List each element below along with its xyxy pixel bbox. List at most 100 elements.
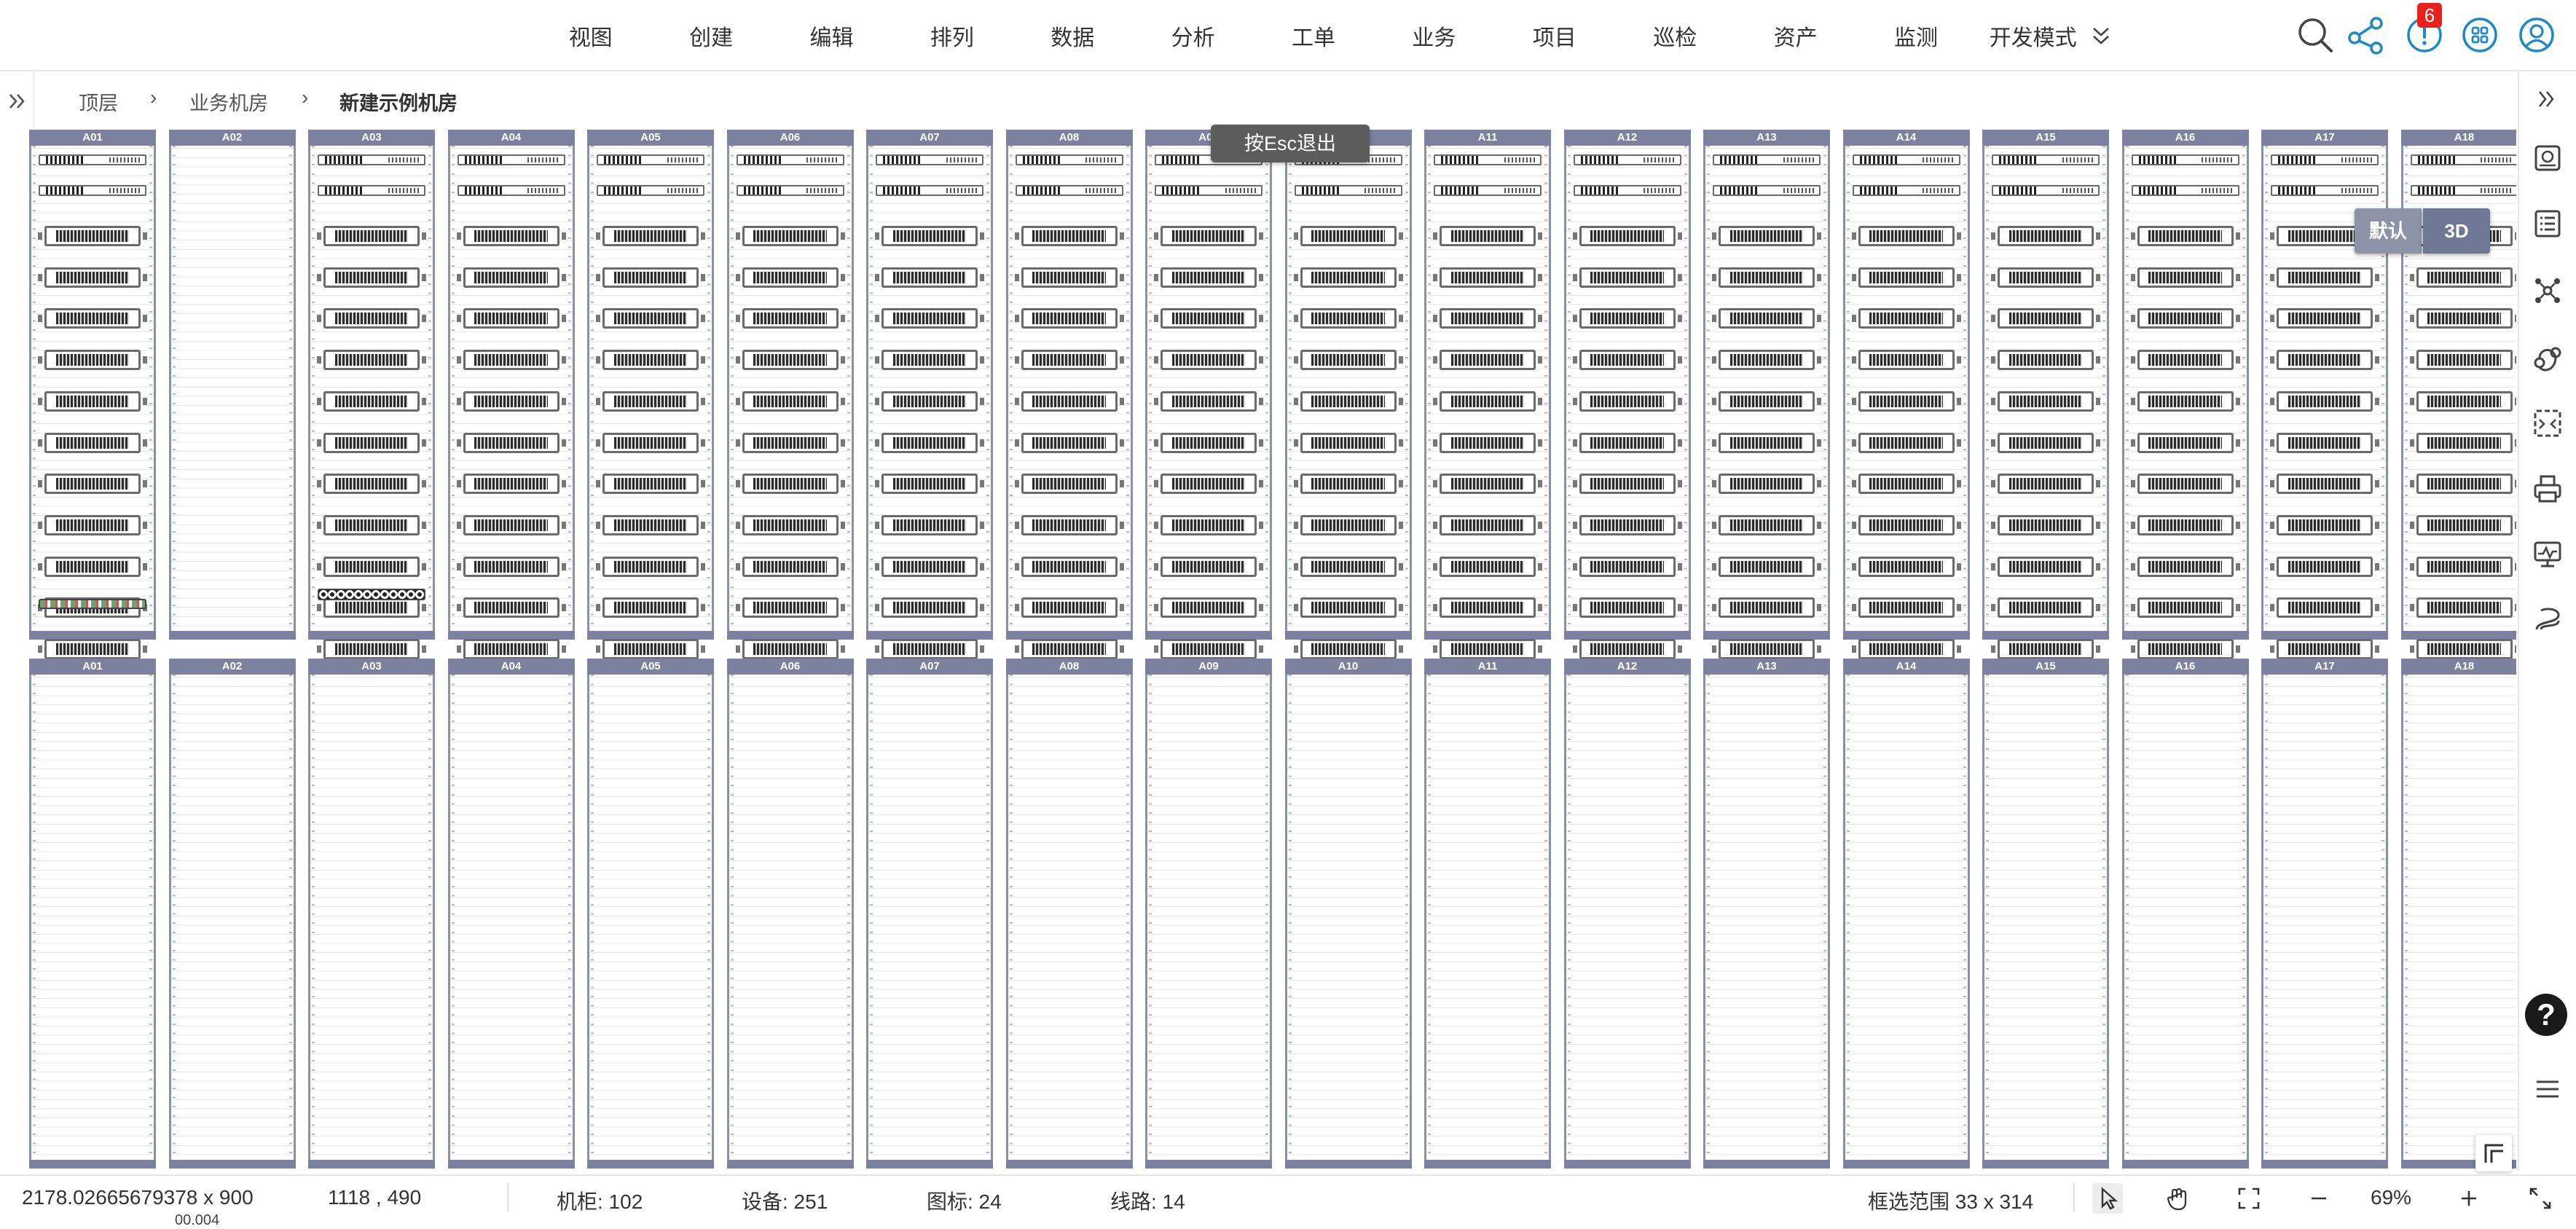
server-device[interactable] (1572, 308, 1682, 329)
server-device[interactable] (2130, 556, 2240, 577)
overview-toggle-button[interactable] (2475, 1135, 2512, 1171)
rack-a10[interactable]: A10 (1284, 130, 1412, 659)
server-device[interactable] (875, 432, 984, 453)
rack-a04[interactable]: A04 (447, 659, 575, 1169)
server-device[interactable] (1572, 556, 1682, 577)
server-device[interactable] (1154, 597, 1263, 619)
server-device[interactable] (2409, 267, 2516, 288)
server-device[interactable] (1014, 597, 1124, 619)
server-device[interactable] (1572, 474, 1682, 495)
server-device[interactable] (875, 390, 984, 412)
fullscreen-icon[interactable] (2525, 1183, 2556, 1214)
server-device[interactable] (1712, 556, 1821, 577)
server-device[interactable] (1293, 474, 1403, 495)
server-device[interactable] (1014, 556, 1124, 577)
server-device[interactable] (1712, 639, 1821, 659)
server-device[interactable] (1293, 514, 1403, 535)
server-device[interactable] (1154, 267, 1263, 288)
server-device[interactable] (1014, 308, 1124, 329)
menu-project[interactable]: 项目 (1494, 20, 1614, 52)
server-device[interactable] (1712, 390, 1821, 412)
server-device[interactable] (875, 350, 984, 371)
server-device[interactable] (596, 390, 705, 412)
layer-icon[interactable] (2531, 141, 2564, 175)
rack-a04[interactable]: A04 (447, 130, 575, 659)
rack-a06[interactable]: A06 (726, 130, 854, 659)
server-device[interactable] (2409, 390, 2516, 412)
switch-device[interactable] (1434, 185, 1542, 196)
server-device[interactable] (735, 639, 845, 659)
server-device[interactable] (1293, 390, 1403, 412)
rack-a17[interactable]: A17 (2261, 130, 2388, 659)
view-default-button[interactable]: 默认 (2355, 208, 2422, 254)
menu-view[interactable]: 视图 (530, 20, 651, 52)
server-device[interactable] (735, 514, 845, 535)
switch-device[interactable] (1573, 185, 1681, 196)
server-device[interactable] (1433, 514, 1542, 535)
server-device[interactable] (1851, 267, 1961, 288)
server-device[interactable] (596, 226, 705, 246)
menu-edit[interactable]: 编辑 (771, 20, 892, 52)
server-device[interactable] (1293, 639, 1403, 659)
server-device[interactable] (1991, 350, 2100, 371)
server-device[interactable] (2270, 390, 2379, 412)
server-device[interactable] (38, 514, 147, 535)
switch-device[interactable] (2131, 154, 2239, 165)
server-device[interactable] (1991, 639, 2100, 659)
server-device[interactable] (596, 556, 705, 577)
server-device[interactable] (1991, 597, 2100, 619)
rack-a13[interactable]: A13 (1703, 130, 1830, 659)
switch-device[interactable] (597, 154, 704, 165)
rack-a15[interactable]: A15 (1982, 130, 2109, 659)
server-device[interactable] (317, 226, 426, 246)
server-device[interactable] (1293, 267, 1403, 288)
menu-data[interactable]: 数据 (1013, 20, 1133, 52)
server-device[interactable] (2130, 350, 2240, 371)
rack-a12[interactable]: A12 (1563, 659, 1691, 1169)
server-device[interactable] (2270, 432, 2379, 453)
server-device[interactable] (1433, 390, 1542, 412)
server-device[interactable] (456, 639, 566, 659)
rack-a03[interactable]: A03 (308, 130, 435, 659)
rack-a08[interactable]: A08 (1005, 659, 1133, 1169)
rack-a16[interactable]: A16 (2121, 659, 2249, 1169)
server-device[interactable] (2130, 226, 2240, 246)
server-device[interactable] (596, 350, 705, 371)
server-device[interactable] (38, 267, 147, 288)
server-device[interactable] (1572, 597, 1682, 619)
server-device[interactable] (456, 556, 566, 577)
help-icon[interactable]: ? (2525, 994, 2567, 1036)
server-device[interactable] (1014, 514, 1124, 535)
rack-a11[interactable]: A11 (1424, 130, 1551, 659)
server-device[interactable] (2130, 390, 2240, 412)
server-device[interactable] (2270, 308, 2379, 329)
server-device[interactable] (735, 267, 845, 288)
server-device[interactable] (2270, 556, 2379, 577)
server-device[interactable] (1154, 390, 1263, 412)
server-device[interactable] (1154, 474, 1263, 495)
cable-icon[interactable] (2531, 602, 2564, 635)
zoom-out-icon[interactable] (2304, 1183, 2334, 1214)
switch-device[interactable] (2271, 154, 2379, 165)
double-chevron-right-icon[interactable] (7, 89, 26, 114)
menu-inspection[interactable]: 巡检 (1615, 20, 1735, 52)
rack-a07[interactable]: A07 (866, 659, 993, 1169)
rack-a12[interactable]: A12 (1563, 130, 1691, 659)
double-chevron-right-icon[interactable] (2534, 86, 2560, 112)
server-device[interactable] (38, 639, 147, 659)
switch-device[interactable] (736, 154, 844, 165)
server-device[interactable] (2270, 639, 2379, 659)
link-icon[interactable] (2531, 341, 2564, 374)
server-device[interactable] (2409, 350, 2516, 371)
server-device[interactable] (38, 350, 147, 371)
server-device[interactable] (2409, 639, 2516, 659)
server-device[interactable] (1712, 350, 1821, 371)
switch-device[interactable] (876, 154, 983, 165)
server-device[interactable] (1154, 432, 1263, 453)
server-device[interactable] (1712, 474, 1821, 495)
server-device[interactable] (2130, 267, 2240, 288)
server-device[interactable] (317, 390, 426, 412)
server-device[interactable] (456, 597, 566, 619)
server-device[interactable] (735, 474, 845, 495)
server-device[interactable] (1712, 267, 1821, 288)
